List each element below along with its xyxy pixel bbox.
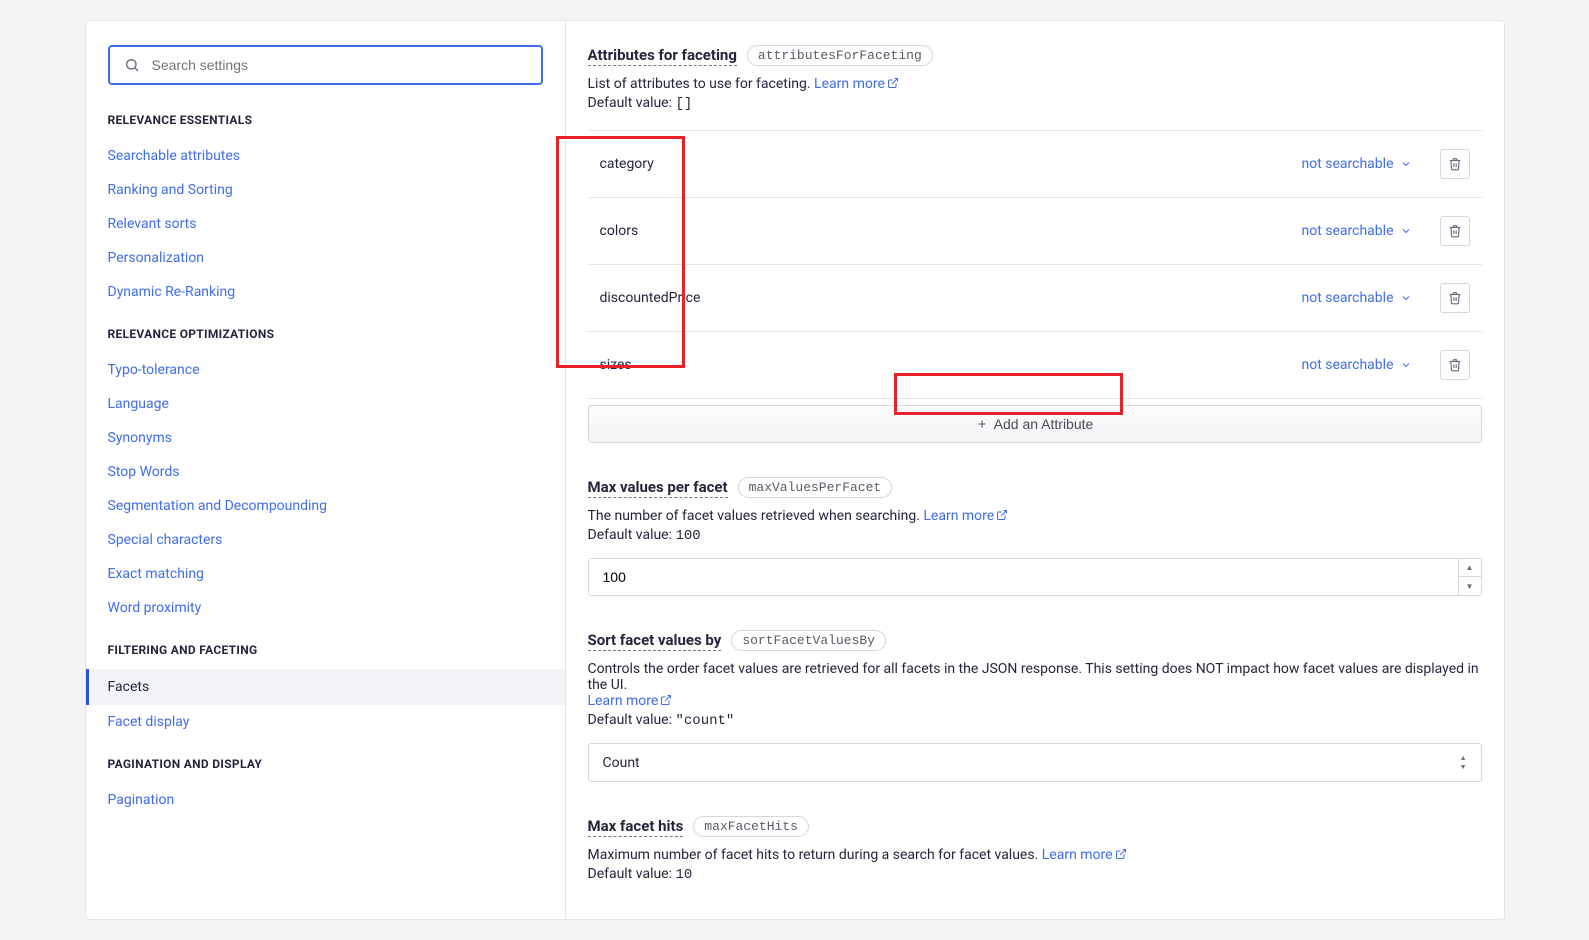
nav-item-relevant-sorts[interactable]: Relevant sorts (108, 207, 543, 241)
main-content: Attributes for faceting attributesForFac… (566, 21, 1504, 919)
default-value-line: Default value: [] (588, 95, 1482, 112)
default-value-line: Default value: "count" (588, 712, 1482, 729)
nav-item-exact-matching[interactable]: Exact matching (108, 557, 543, 591)
section-description: List of attributes to use for faceting. … (588, 76, 1482, 92)
section-title: Sort facet values by (588, 631, 722, 651)
nav-item-dynamic-re-ranking[interactable]: Dynamic Re-Ranking (108, 275, 543, 309)
facet-row: colorsnot searchable (588, 198, 1482, 265)
section-attributes-for-faceting: Attributes for faceting attributesForFac… (588, 45, 1482, 443)
section-sort-facet-values-by: Sort facet values by sortFacetValuesBy C… (588, 630, 1482, 782)
facet-attribute-name: sizes (600, 357, 1302, 373)
max-values-input-wrap: ▲ ▼ (588, 558, 1482, 596)
external-link-icon (1115, 848, 1127, 860)
spinner-up[interactable]: ▲ (1459, 559, 1481, 577)
section-max-values-per-facet: Max values per facet maxValuesPerFacet T… (588, 477, 1482, 596)
learn-more-link[interactable]: Learn more (923, 508, 1008, 524)
facet-mode-dropdown[interactable]: not searchable (1302, 290, 1412, 306)
default-value-line: Default value: 100 (588, 527, 1482, 544)
facet-mode-dropdown[interactable]: not searchable (1302, 357, 1412, 373)
section-title: Max values per facet (588, 478, 728, 498)
trash-icon (1448, 291, 1462, 305)
search-icon (124, 57, 140, 73)
learn-more-link[interactable]: Learn more (588, 693, 673, 709)
select-caret-icon: ▲▼ (1460, 754, 1467, 771)
settings-page: RELEVANCE ESSENTIALS Searchable attribute… (85, 20, 1505, 920)
nav-item-ranking-and-sorting[interactable]: Ranking and Sorting (108, 173, 543, 207)
trash-icon (1448, 224, 1462, 238)
facet-row: categorynot searchable (588, 130, 1482, 198)
spinner-down[interactable]: ▼ (1459, 577, 1481, 595)
facet-row: discountedPricenot searchable (588, 265, 1482, 332)
max-values-input[interactable] (589, 559, 1458, 595)
delete-facet-button[interactable] (1440, 350, 1470, 380)
chevron-down-icon (1400, 359, 1412, 371)
nav-item-pagination[interactable]: Pagination (108, 783, 543, 817)
learn-more-link[interactable]: Learn more (1042, 847, 1127, 863)
delete-facet-button[interactable] (1440, 149, 1470, 179)
chevron-down-icon (1400, 225, 1412, 237)
nav-item-typo-tolerance[interactable]: Typo-tolerance (108, 353, 543, 387)
default-value-line: Default value: 10 (588, 866, 1482, 883)
nav-item-searchable-attributes[interactable]: Searchable attributes (108, 139, 543, 173)
nav-group-title: PAGINATION AND DISPLAY (108, 757, 543, 771)
delete-facet-button[interactable] (1440, 216, 1470, 246)
number-spinner: ▲ ▼ (1458, 559, 1481, 595)
facet-attribute-name: colors (600, 223, 1302, 239)
add-attribute-button[interactable]: Add an Attribute (588, 405, 1482, 443)
facet-row: sizesnot searchable (588, 332, 1482, 399)
search-input[interactable] (152, 57, 527, 73)
sidebar: RELEVANCE ESSENTIALS Searchable attribute… (86, 21, 566, 919)
nav-group-title: RELEVANCE ESSENTIALS (108, 113, 543, 127)
nav-item-synonyms[interactable]: Synonyms (108, 421, 543, 455)
sort-facet-select[interactable]: Count ▲▼ (588, 743, 1482, 782)
nav-group-title: RELEVANCE OPTIMIZATIONS (108, 327, 543, 341)
facet-attribute-list: categorynot searchablecolorsnot searchab… (588, 130, 1482, 399)
nav-item-word-proximity[interactable]: Word proximity (108, 591, 543, 625)
api-param-pill: attributesForFaceting (747, 45, 933, 66)
nav-item-stop-words[interactable]: Stop Words (108, 455, 543, 489)
section-title: Max facet hits (588, 817, 684, 837)
section-description: The number of facet values retrieved whe… (588, 508, 1482, 524)
external-link-icon (887, 77, 899, 89)
nav-item-personalization[interactable]: Personalization (108, 241, 543, 275)
api-param-pill: sortFacetValuesBy (731, 630, 886, 651)
trash-icon (1448, 157, 1462, 171)
nav-item-segmentation-and-decompounding[interactable]: Segmentation and Decompounding (108, 489, 543, 523)
api-param-pill: maxFacetHits (693, 816, 809, 837)
api-param-pill: maxValuesPerFacet (738, 477, 893, 498)
facet-attribute-name: discountedPrice (600, 290, 1302, 306)
chevron-down-icon (1400, 158, 1412, 170)
section-description: Maximum number of facet hits to return d… (588, 847, 1482, 863)
facet-mode-dropdown[interactable]: not searchable (1302, 156, 1412, 172)
search-settings-field[interactable] (108, 45, 543, 85)
external-link-icon (660, 694, 672, 706)
learn-more-link[interactable]: Learn more (814, 76, 899, 92)
delete-facet-button[interactable] (1440, 283, 1470, 313)
facet-attribute-name: category (600, 156, 1302, 172)
external-link-icon (996, 509, 1008, 521)
section-description: Controls the order facet values are retr… (588, 661, 1482, 709)
nav-item-facets[interactable]: Facets (86, 669, 565, 705)
chevron-down-icon (1400, 292, 1412, 304)
nav-item-facet-display[interactable]: Facet display (108, 705, 543, 739)
nav-item-language[interactable]: Language (108, 387, 543, 421)
nav-item-special-characters[interactable]: Special characters (108, 523, 543, 557)
select-value: Count (603, 755, 640, 771)
trash-icon (1448, 358, 1462, 372)
plus-icon (976, 418, 988, 430)
section-max-facet-hits: Max facet hits maxFacetHits Maximum numb… (588, 816, 1482, 883)
facet-mode-dropdown[interactable]: not searchable (1302, 223, 1412, 239)
nav-group-title: FILTERING AND FACETING (108, 643, 543, 657)
section-title: Attributes for faceting (588, 46, 737, 66)
